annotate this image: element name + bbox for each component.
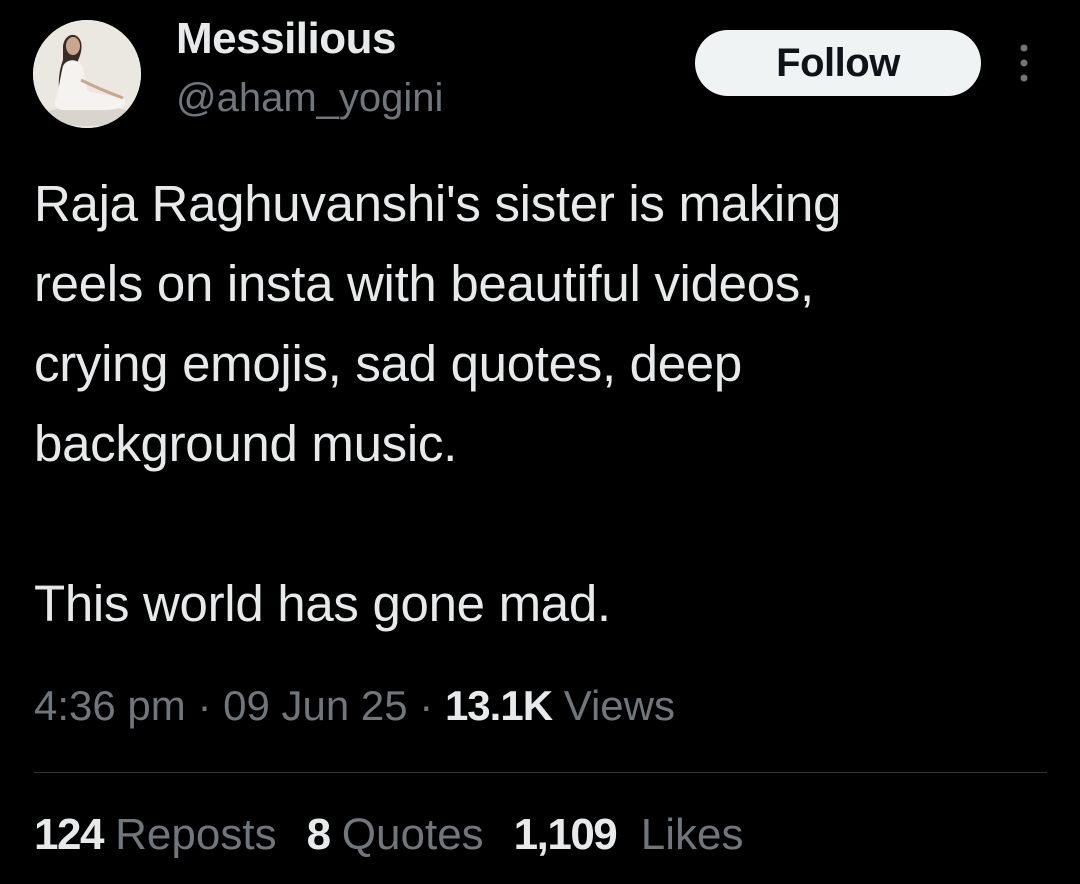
tweet-text-line: background music. [34,415,457,472]
author-handle[interactable]: @aham_yogini [176,76,443,121]
reposts-label: Reposts [115,810,277,859]
quotes-label: Quotes [341,810,484,859]
more-vertical-icon[interactable] [1008,40,1040,86]
meta-separator: · [419,682,434,729]
tweet-time[interactable]: 4:36 pm [34,682,186,729]
tweet-text-line: crying emojis, sad quotes, deep [34,335,742,392]
meditating-woman-avatar-icon [33,20,141,128]
tweet-text-closing-line: This world has gone mad. [34,575,611,632]
avatar[interactable] [33,20,141,128]
tweet-text-line: Raja Raghuvanshi's sister is making [34,175,842,232]
author-display-name[interactable]: Messilious [176,14,396,64]
meta-separator: · [197,682,212,729]
quotes-stat[interactable]: 8 Quotes [307,810,484,860]
tweet-text: Raja Raghuvanshi's sister is making reel… [34,164,1064,644]
quotes-count: 8 [306,810,331,859]
tweet-date[interactable]: 09 Jun 25 [223,682,408,729]
reposts-count: 124 [34,810,104,859]
divider [34,772,1047,773]
likes-stat[interactable]: 1,109 Likes [514,810,744,860]
tweet-card: Messilious @aham_yogini Follow Raja Ragh… [0,0,1080,884]
views-label: Views [563,682,675,729]
tweet-text-line: reels on insta with beautiful videos, [34,255,814,312]
follow-button[interactable]: Follow [695,30,981,96]
tweet-meta: 4:36 pm · 09 Jun 25 · 13.1K Views [34,682,675,730]
views-count: 13.1K [444,682,553,729]
reposts-stat[interactable]: 124 Reposts [34,810,277,860]
engagement-stats: 124 Reposts 8 Quotes 1,109 Likes [34,810,773,860]
likes-label: Likes [640,810,744,859]
likes-count: 1,109 [513,810,618,859]
